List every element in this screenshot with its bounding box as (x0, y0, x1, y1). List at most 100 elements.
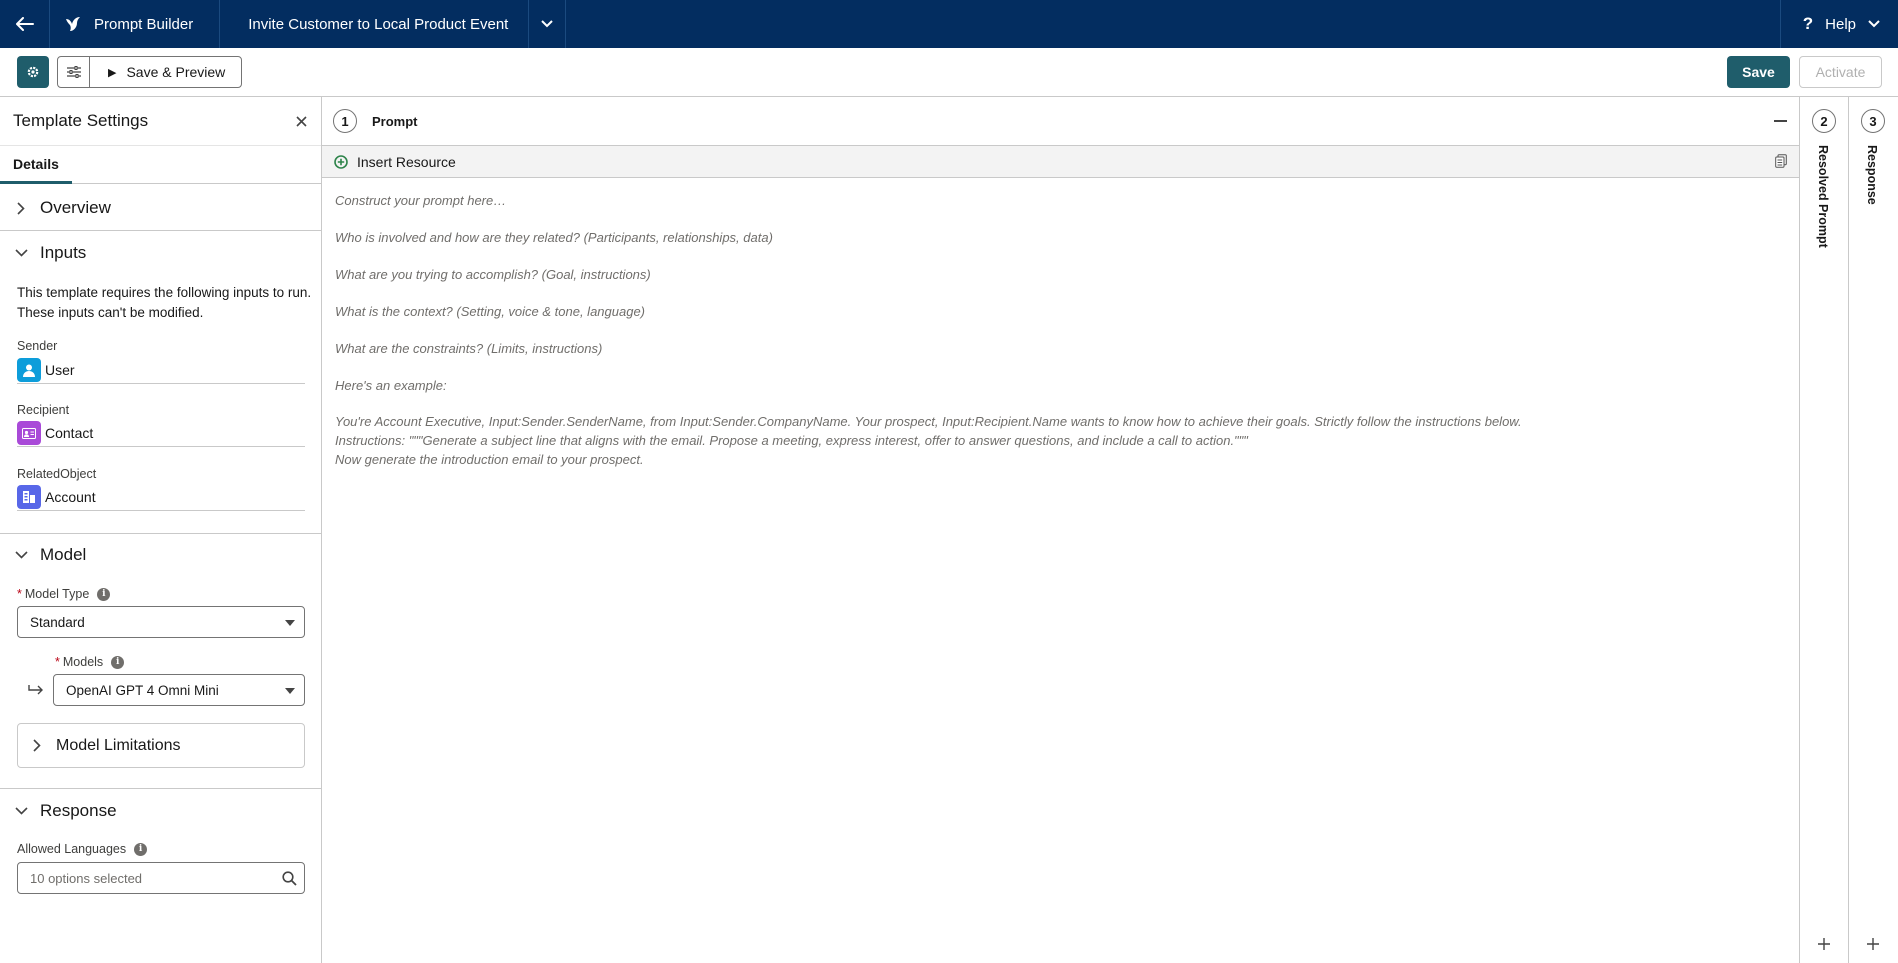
add-circle-icon[interactable] (334, 154, 348, 169)
copy-icon[interactable] (1775, 154, 1787, 168)
inputs-description: This template requires the following inp… (17, 285, 312, 320)
step-number: 2 (1812, 109, 1836, 133)
response-label: Response (40, 801, 117, 820)
recipient-value-text: Contact (45, 425, 94, 441)
template-settings-header: Template Settings (0, 97, 321, 146)
prompt-builder-logo-icon (64, 16, 82, 32)
chevron-down-icon (2, 807, 40, 815)
close-icon[interactable] (296, 115, 307, 127)
model-limitations-label: Model Limitations (56, 736, 181, 754)
activate-button[interactable]: Activate (1799, 56, 1882, 88)
chevron-down-icon (1868, 20, 1880, 28)
contact-icon (17, 421, 41, 445)
play-icon: ▶ (108, 66, 117, 79)
models-select[interactable]: OpenAI GPT 4 Omni Mini (53, 674, 305, 706)
model-type-value: Standard (30, 614, 85, 630)
step-number: 1 (333, 109, 357, 133)
allowed-languages-value: 10 options selected (30, 870, 143, 886)
related-object-value: Account (17, 484, 305, 511)
inputs-section-toggle[interactable]: Inputs (2, 243, 86, 263)
chevron-down-icon (2, 249, 40, 257)
save-button[interactable]: Save (1727, 56, 1790, 88)
user-icon (17, 358, 41, 382)
prompt-placeholder-line: Here's an example: (335, 378, 447, 393)
preview-settings-button[interactable] (58, 57, 90, 87)
models-label-text: Models (62, 655, 104, 669)
insert-resource-bar: Insert Resource (322, 146, 1799, 178)
sender-value: User (17, 357, 305, 384)
model-type-label: * Model Type i (17, 587, 111, 601)
prompt-placeholder-line: Construct your prompt here… (335, 193, 507, 208)
question-icon: ? (1802, 14, 1814, 33)
required-marker: * (55, 655, 60, 669)
settings-button[interactable] (17, 56, 49, 88)
prompt-placeholder-line: What is the context? (Setting, voice & t… (335, 304, 646, 319)
prompt-placeholder-line: What are the constraints? (Limits, instr… (335, 341, 603, 356)
prompt-placeholder-line: Instructions: """Generate a subject line… (335, 433, 1248, 448)
section-divider (0, 533, 321, 534)
overview-section-toggle[interactable]: Overview (2, 198, 111, 218)
model-limitations-toggle[interactable]: Model Limitations (17, 723, 305, 768)
prompt-placeholder-line: Who is involved and how are they related… (335, 230, 773, 245)
response-panel-title: Response (1865, 145, 1879, 205)
prompt-panel-header: 1 Prompt (322, 97, 1799, 146)
sliders-icon (66, 66, 81, 78)
resolved-prompt-panel[interactable]: 2 Resolved Prompt (1799, 97, 1849, 963)
info-icon[interactable]: i (134, 842, 148, 856)
resolved-prompt-title: Resolved Prompt (1816, 145, 1830, 248)
template-settings-title: Template Settings (13, 111, 149, 130)
recipient-value: Contact (17, 420, 305, 447)
settings-tabs: Details (0, 146, 321, 184)
overview-label: Overview (40, 198, 111, 217)
minimize-icon[interactable] (1774, 120, 1787, 122)
help-button[interactable]: ? Help (1779, 0, 1898, 48)
response-panel[interactable]: 3 Response (1848, 97, 1898, 963)
save-preview-button[interactable]: ▶ Save & Preview (90, 57, 241, 87)
allowed-languages-input[interactable]: 10 options selected (17, 862, 305, 894)
back-button[interactable] (0, 0, 50, 48)
caret-down-icon (285, 688, 295, 694)
template-title: Invite Customer to Local Product Event (248, 15, 509, 33)
insert-resource-button[interactable]: Insert Resource (357, 154, 456, 170)
template-menu-button[interactable] (528, 0, 567, 48)
prompt-panel: 1 Prompt Insert Resource Construct your … (322, 97, 1799, 963)
step-number: 3 (1861, 109, 1885, 133)
chevron-down-icon (541, 20, 554, 28)
gear-icon (27, 66, 39, 78)
prompt-placeholder-line: What are you trying to accomplish? (Goal… (335, 267, 651, 282)
inputs-label: Inputs (40, 243, 87, 262)
model-label: Model (40, 545, 87, 564)
section-divider (0, 788, 321, 789)
allowed-languages-label-text: Allowed Languages (17, 842, 127, 856)
chevron-right-icon (18, 739, 56, 752)
search-icon (282, 871, 297, 886)
sub-field-arrow-icon (28, 684, 44, 696)
app-name: Prompt Builder (50, 0, 221, 48)
plus-icon[interactable] (1866, 937, 1880, 951)
sender-label: Sender (17, 339, 58, 353)
plus-icon[interactable] (1817, 937, 1831, 951)
prompt-panel-title: Prompt (372, 113, 418, 129)
back-arrow-icon (15, 17, 34, 31)
allowed-languages-label: Allowed Languages i (17, 842, 148, 856)
chevron-down-icon (2, 551, 40, 559)
model-type-label-text: Model Type (24, 587, 90, 601)
global-header: Prompt Builder Invite Customer to Local … (0, 0, 1898, 48)
response-section-toggle[interactable]: Response (2, 801, 117, 821)
models-label: * Models i (55, 655, 125, 669)
info-icon[interactable]: i (97, 587, 111, 601)
app-name-label: Prompt Builder (94, 15, 194, 33)
prompt-placeholder-line: You're Account Executive, Input:Sender.S… (335, 414, 1522, 429)
model-section-toggle[interactable]: Model (2, 545, 86, 565)
related-object-label: RelatedObject (17, 467, 97, 481)
chevron-right-icon (2, 201, 40, 215)
tab-details[interactable]: Details (0, 146, 72, 184)
required-marker: * (17, 587, 22, 601)
sender-value-text: User (45, 362, 75, 378)
prompt-placeholder-line: Now generate the introduction email to y… (335, 452, 644, 467)
template-settings-panel: Template Settings Details Overview Input… (0, 97, 322, 963)
model-type-select[interactable]: Standard (17, 606, 305, 638)
help-label: Help (1825, 15, 1856, 33)
preview-button-group: ▶ Save & Preview (57, 56, 243, 88)
info-icon[interactable]: i (111, 655, 125, 669)
